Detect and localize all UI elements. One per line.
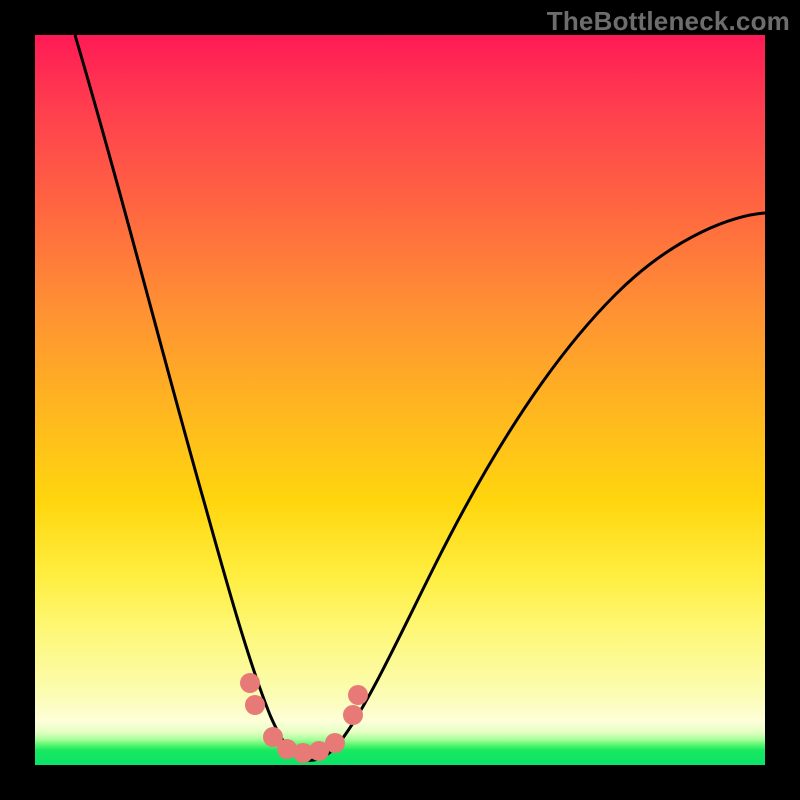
chart-frame: TheBottleneck.com [0, 0, 800, 800]
bottleneck-curve [75, 35, 765, 760]
watermark-text: TheBottleneck.com [547, 6, 790, 37]
plot-area [35, 35, 765, 765]
highlight-points [240, 673, 368, 763]
curve-layer [35, 35, 765, 765]
